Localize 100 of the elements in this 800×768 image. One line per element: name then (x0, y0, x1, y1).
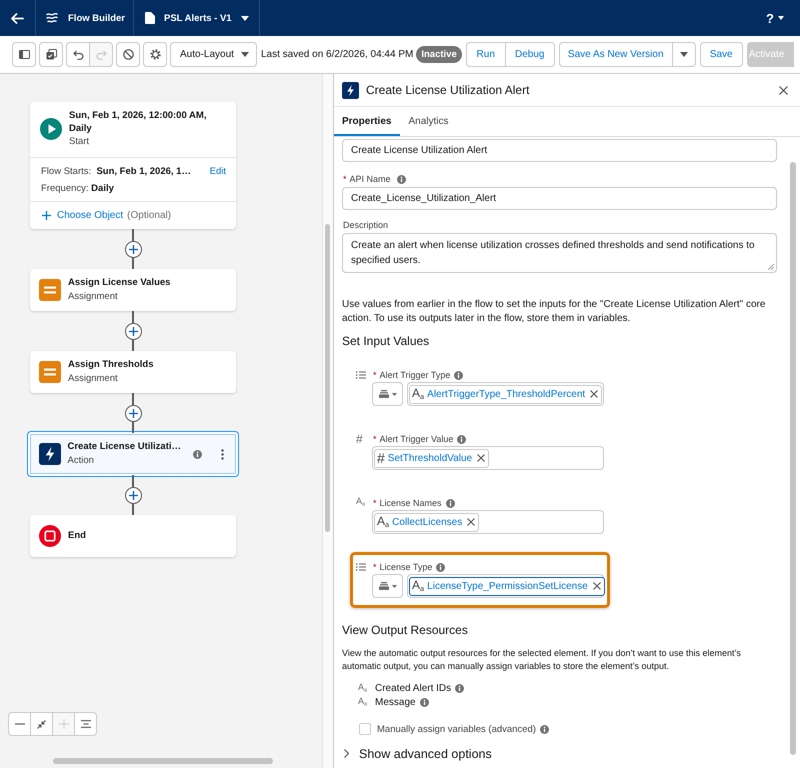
plus-icon (58, 719, 68, 729)
caret-icon (680, 52, 688, 57)
element-title: Sun, Feb 1, 2026, 12:00:00 AM, Daily (69, 110, 208, 135)
section-heading: View Output Resources (342, 622, 469, 638)
scrollbar-thumb[interactable] (325, 224, 330, 532)
field-label: Description (343, 219, 388, 232)
data-type-symbol: A$_{a}$ (358, 697, 368, 708)
resource-name: CollectLicenses (392, 516, 462, 528)
field-label: License Names (380, 498, 442, 508)
remove-button[interactable] (465, 518, 476, 526)
data-type-symbol: A$_{a}$ (412, 387, 424, 401)
tab[interactable]: Analytics (400, 107, 458, 136)
layout-dropdown[interactable]: Auto-Layout (170, 42, 257, 67)
resource-field[interactable]: # SetThresholdValue (372, 446, 604, 470)
scrollbar-thumb[interactable] (790, 162, 796, 755)
data-type-symbol: # (356, 433, 363, 445)
resource-name: AlertTriggerType_ThresholdPercent (427, 388, 586, 400)
info-icon (396, 174, 406, 184)
remove-button[interactable] (475, 454, 486, 462)
element-title: Assign License Values (68, 277, 172, 290)
advanced-options-toggle[interactable]: Show advanced options (342, 745, 492, 762)
undo-icon (72, 50, 84, 60)
document-icon (145, 12, 155, 24)
value-source-button[interactable] (372, 382, 403, 406)
plus-icon (42, 211, 51, 220)
fit-view-button[interactable] (30, 712, 53, 736)
flow-element-card[interactable]: End (30, 515, 236, 557)
instruction-text: Use values from earlier in the flow to set the inputs for the "Create License Utilization Alert" core action. To use its outputs later in the flow, store them in variables. (342, 298, 766, 326)
start-element-card[interactable]: Sun, Feb 1, 2026, 12:00:00 AM, Daily Start Flow Starts: Sun, Feb 1, 2026, 1… Edit Frequency: Daily Choose Object (Optional) (30, 102, 236, 229)
last-saved-text: Last saved on 6/2/2026, 04:44 PM (261, 48, 414, 62)
api-name-field[interactable]: Create_License_Utilization_Alert (342, 187, 777, 210)
status-badge: Inactive (416, 46, 462, 63)
settings-icon (150, 49, 160, 60)
info-icon (193, 450, 202, 458)
close-icon (592, 582, 601, 590)
flow-element-card[interactable]: Assign License Values Assignment (30, 269, 236, 311)
sidebar-icon (18, 50, 30, 59)
settings-button[interactable] (143, 42, 167, 67)
flow-element-card[interactable]: Create License Utilizati… Action (27, 431, 239, 477)
required-marker: * (343, 173, 347, 186)
tab[interactable]: Properties (334, 107, 400, 136)
choose-object-link[interactable]: Choose Object (42, 210, 124, 221)
save-button[interactable]: Save (700, 42, 743, 67)
resize-handle-icon[interactable] (768, 264, 774, 270)
more-actions-button[interactable] (221, 448, 224, 460)
plus-icon (128, 326, 138, 336)
add-element-button[interactable] (124, 322, 142, 340)
resource-pill[interactable]: # SetThresholdValue (374, 448, 490, 468)
caret-icon (392, 584, 396, 588)
add-element-button[interactable] (124, 404, 142, 422)
info-icon (446, 498, 455, 508)
element-type: Assignment (68, 372, 119, 385)
required-marker: * (373, 498, 377, 508)
add-element-button[interactable] (124, 486, 142, 504)
checkbox-label: Manually assign variables (advanced) (377, 724, 536, 734)
plus-icon (128, 490, 138, 500)
back-arrow-icon (11, 12, 24, 24)
toggle-panel-button[interactable] (12, 42, 36, 67)
resource-field[interactable]: A$_{a}$ CollectLicenses (372, 510, 604, 534)
copy-button[interactable] (39, 42, 63, 67)
edit-link[interactable]: Edit (210, 166, 226, 177)
debug-button[interactable]: Debug (504, 42, 555, 67)
equals-icon (39, 279, 61, 301)
resource-name: LicenseType_PermissionSetLicense (427, 580, 588, 592)
close-icon (590, 390, 598, 398)
description-field[interactable]: Create an alert when license utilization crosses defined thresholds and send notifications to specified users. (342, 233, 777, 273)
element-title: Create License Utilizati… (68, 441, 182, 454)
app-name: Flow Builder (68, 12, 125, 24)
required-marker: * (373, 434, 377, 444)
flow-element-card[interactable]: Assign Thresholds Assignment (30, 351, 236, 393)
save-as-new-version-button[interactable]: Save As New Version (558, 42, 673, 67)
element-type: Assignment (68, 290, 119, 303)
close-icon (779, 86, 788, 94)
equals-icon (39, 361, 61, 383)
resource-pill[interactable]: A$_{a}$ CollectLicenses (374, 512, 480, 532)
plus-icon (128, 244, 138, 254)
align-center-icon (80, 720, 90, 728)
info-icon (420, 698, 429, 708)
save-options-button[interactable] (672, 42, 696, 67)
close-button[interactable] (779, 86, 788, 94)
instruction-text: View the automatic output resources for the selected element. If you don’t want to use this element’s automatic output, you can manually assign variables to store the element’s output. (342, 647, 742, 673)
remove-button[interactable] (588, 390, 598, 398)
run-button[interactable]: Run (466, 42, 506, 67)
value-source-button[interactable] (372, 574, 403, 598)
label-field[interactable]: Create License Utilization Alert (342, 139, 777, 162)
scrollbar-thumb[interactable] (53, 758, 273, 764)
vertical-dots-icon (221, 448, 224, 460)
circle-slash-button[interactable] (116, 42, 140, 67)
checkbox[interactable] (359, 723, 371, 735)
undo-button[interactable] (66, 42, 90, 67)
help-menu[interactable]: ? (766, 0, 784, 36)
info-icon (540, 724, 549, 734)
center-view-button[interactable] (74, 712, 97, 736)
flow-icon (46, 12, 58, 24)
required-marker: * (373, 562, 377, 572)
collapse-arrows-icon (37, 720, 46, 728)
close-icon (467, 518, 476, 526)
circle-slash-icon (122, 49, 134, 60)
add-element-button[interactable] (124, 240, 142, 258)
remove-button[interactable] (590, 582, 601, 590)
